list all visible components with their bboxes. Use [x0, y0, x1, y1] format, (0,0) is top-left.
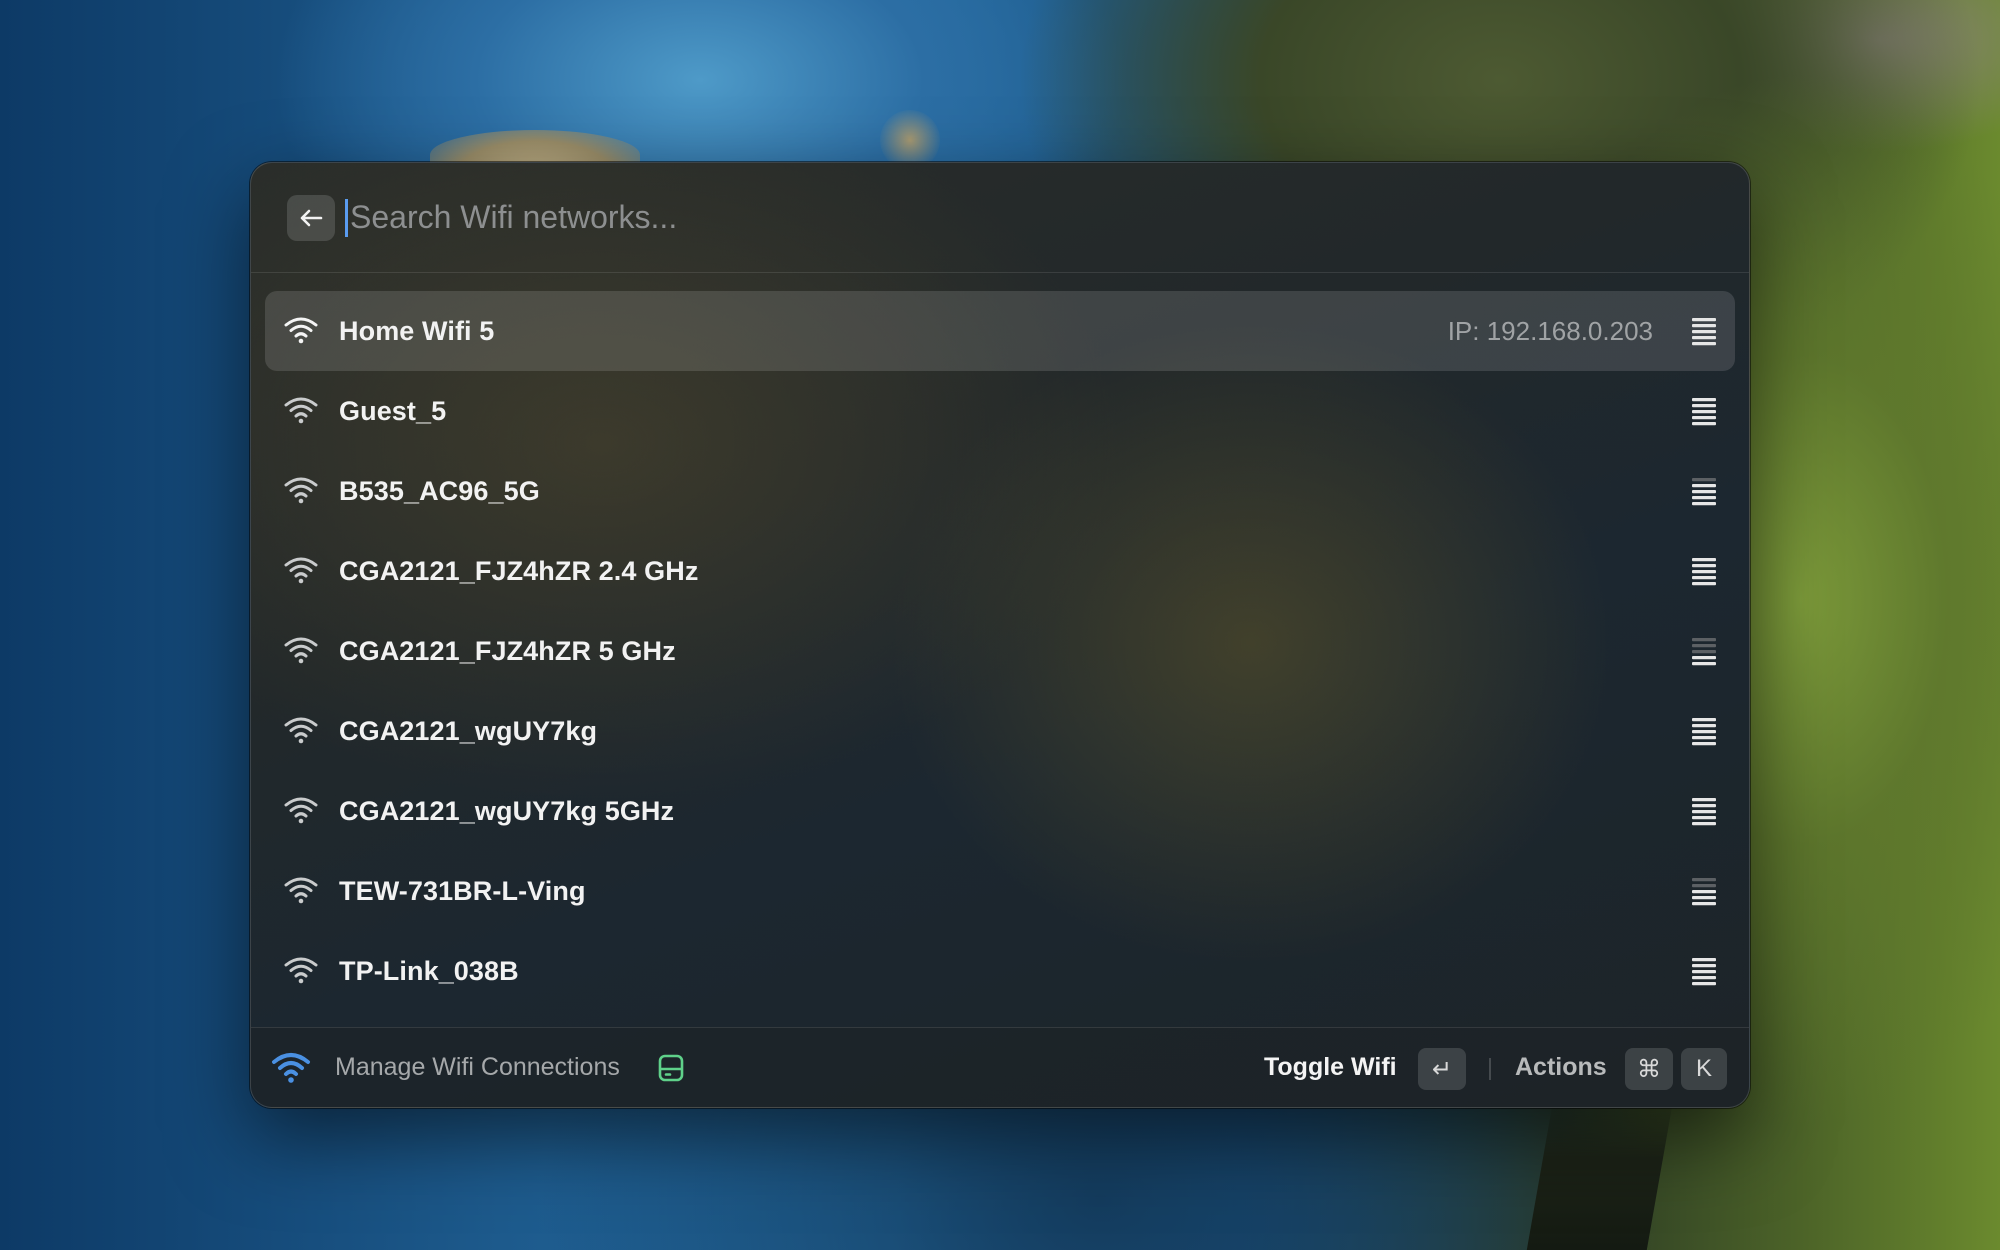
- arrow-left-icon: [300, 209, 323, 226]
- network-name: Guest_5: [339, 395, 447, 426]
- search-bar: [251, 163, 1749, 273]
- background-shore: [1526, 1100, 1674, 1250]
- network-row[interactable]: Guest_5: [265, 371, 1735, 451]
- signal-strength-icon: [1692, 558, 1716, 586]
- network-row[interactable]: CGA2121_wgUY7kg 5GHz: [265, 771, 1735, 851]
- signal-strength-icon: [1692, 318, 1716, 346]
- footer-divider: [1489, 1058, 1491, 1080]
- network-row[interactable]: TEW-731BR-L-Ving: [265, 851, 1735, 931]
- footer-title: Manage Wifi Connections: [335, 1053, 620, 1081]
- signal-strength-icon: [1692, 878, 1716, 906]
- wifi-icon: [284, 557, 318, 584]
- network-name: TP-Link_038B: [339, 955, 519, 986]
- network-row[interactable]: CGA2121_wgUY7kg: [265, 691, 1735, 771]
- signal-strength-icon: [1692, 398, 1716, 426]
- command-key-hint: ⌘: [1625, 1048, 1673, 1090]
- ip-address: IP: 192.168.0.203: [1447, 315, 1653, 346]
- wifi-icon: [284, 717, 318, 744]
- wifi-icon: [284, 637, 318, 664]
- network-name: Home Wifi 5: [339, 315, 495, 346]
- background-islet: [880, 110, 940, 170]
- network-name: CGA2121_FJZ4hZR 5 GHz: [339, 635, 676, 666]
- network-row[interactable]: CGA2121_FJZ4hZR 2.4 GHz: [265, 531, 1735, 611]
- wifi-command-window: Home Wifi 5 IP: 192.168.0.203 Guest_5 B535_…: [250, 162, 1750, 1108]
- wifi-icon: [284, 397, 318, 424]
- network-list: Home Wifi 5 IP: 192.168.0.203 Guest_5 B535_…: [265, 291, 1735, 1011]
- k-key-hint: K: [1681, 1048, 1727, 1090]
- network-name: CGA2121_wgUY7kg: [339, 715, 598, 746]
- network-name: TEW-731BR-L-Ving: [339, 875, 586, 906]
- network-row[interactable]: B535_AC96_5G: [265, 451, 1735, 531]
- signal-strength-icon: [1692, 478, 1716, 506]
- network-row[interactable]: Home Wifi 5 IP: 192.168.0.203: [265, 291, 1735, 371]
- network-name: CGA2121_FJZ4hZR 2.4 GHz: [339, 555, 699, 586]
- signal-strength-icon: [1692, 958, 1716, 986]
- search-input[interactable]: [350, 199, 1550, 236]
- toggle-wifi-action[interactable]: Toggle Wifi: [1264, 1053, 1397, 1082]
- network-row[interactable]: CGA2121_FJZ4hZR 5 GHz: [265, 611, 1735, 691]
- signal-strength-icon: [1692, 718, 1716, 746]
- drive-icon: [658, 1054, 684, 1082]
- wifi-icon: [284, 477, 318, 504]
- wifi-icon: [284, 877, 318, 904]
- footer-bar: Manage Wifi Connections Toggle Wifi ↵ Ac…: [251, 1027, 1749, 1107]
- text-caret: [345, 198, 348, 237]
- wifi-icon: [272, 1053, 310, 1083]
- wifi-icon: [284, 317, 318, 344]
- signal-strength-icon: [1692, 638, 1716, 666]
- actions-button[interactable]: Actions: [1515, 1053, 1607, 1082]
- back-button[interactable]: [287, 194, 335, 241]
- network-name: CGA2121_wgUY7kg 5GHz: [339, 795, 675, 826]
- wifi-icon: [284, 957, 318, 984]
- enter-key-hint: ↵: [1418, 1048, 1466, 1090]
- network-row[interactable]: TP-Link_038B: [265, 931, 1735, 1011]
- network-name: B535_AC96_5G: [339, 475, 540, 506]
- wifi-icon: [284, 797, 318, 824]
- signal-strength-icon: [1692, 798, 1716, 826]
